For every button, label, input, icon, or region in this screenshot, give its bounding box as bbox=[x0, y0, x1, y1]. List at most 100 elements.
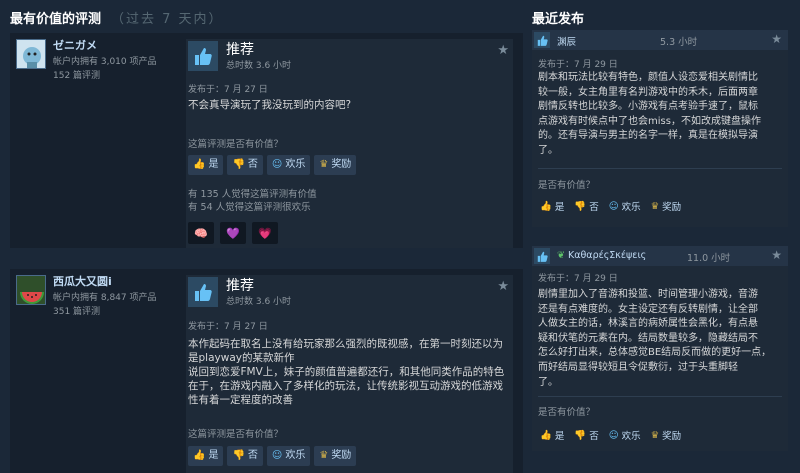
vote-no-button[interactable]: 👎 否 bbox=[574, 199, 599, 214]
award-icon: ♛ bbox=[650, 200, 660, 212]
author-name[interactable]: ゼニガメ bbox=[53, 37, 97, 53]
award-icon: ♛ bbox=[319, 450, 329, 461]
thumbs-up-icon: 👍 bbox=[540, 200, 552, 212]
review-line: 在于，在游戏内融入了多样化的玩法，让传统影视互动游戏的低游戏 bbox=[188, 380, 503, 392]
review-text: 不会真导演玩了我没玩到的内容吧? bbox=[188, 98, 507, 112]
review-line: 剧情里加入了音游和投篮、时间管理小游戏，音游 bbox=[538, 289, 758, 300]
vote-no-label: 否 bbox=[247, 450, 258, 461]
star-icon[interactable]: ★ bbox=[771, 248, 782, 262]
thumbs-up-icon bbox=[534, 32, 550, 48]
vote-row: 👍 是 👎 否 ☺ 欢乐 ♛ 奖励 bbox=[188, 155, 357, 175]
review-line: 疑和伏笔的元素在内。结局数量较多，隐藏结局不 bbox=[538, 332, 758, 344]
star-icon[interactable]: ★ bbox=[497, 43, 509, 58]
vote-funny-button[interactable]: ☺ 欢乐 bbox=[608, 428, 641, 443]
posted-date: 发布于：7 月 29 日 bbox=[538, 60, 618, 70]
products-owned[interactable]: 帐户内拥有 8,847 项产品 bbox=[53, 290, 157, 303]
vote-no-button[interactable]: 👎 否 bbox=[227, 446, 263, 466]
vote-funny-label: 欢乐 bbox=[285, 159, 306, 170]
review-line: 人做女主的话，林溪言的病娇属性会黑化，有点悬 bbox=[538, 318, 758, 330]
review-count[interactable]: 351 篇评测 bbox=[53, 304, 100, 317]
leaf-icon: ❦ bbox=[557, 250, 565, 261]
recommendation-label[interactable]: 推荐 bbox=[226, 39, 254, 59]
reaction-heart-pink-icon[interactable]: 💗 bbox=[252, 222, 278, 244]
award-button[interactable]: ♛ 奖励 bbox=[314, 446, 357, 466]
vote-no-label: 否 bbox=[589, 202, 599, 213]
vote-yes-button[interactable]: 👍 是 bbox=[188, 155, 224, 175]
posted-date: 发布于：7 月 27 日 bbox=[188, 85, 268, 95]
playtime: 总时数 3.6 小时 bbox=[226, 297, 292, 307]
helpful-question: 这篇评测是否有价值？ bbox=[188, 429, 284, 440]
vote-row: 👍 是 👎 否 ☺ 欢乐 ♛ 奖励 bbox=[540, 428, 682, 443]
award-label: 奖励 bbox=[662, 202, 682, 213]
award-button[interactable]: ♛ 奖励 bbox=[650, 199, 682, 214]
recent-review-header: 渊辰 5.3 小时 ★ bbox=[532, 30, 788, 50]
star-icon[interactable]: ★ bbox=[771, 32, 782, 46]
thumbs-down-icon: 👎 bbox=[232, 450, 245, 461]
smiley-icon: ☺ bbox=[271, 159, 283, 170]
playtime: 11.0 小时 bbox=[687, 253, 731, 264]
vote-yes-button[interactable]: 👍 是 bbox=[540, 199, 564, 214]
thumbs-up-icon: 👍 bbox=[193, 159, 206, 170]
award-icon: ♛ bbox=[319, 159, 329, 170]
playtime: 总时数 3.6 小时 bbox=[226, 61, 292, 71]
vote-yes-label: 是 bbox=[208, 450, 219, 461]
most-helpful-subtitle: （过去 7 天内） bbox=[111, 12, 224, 27]
products-owned[interactable]: 帐户内拥有 3,010 项产品 bbox=[53, 54, 157, 67]
recent-review-card: ❦ ΚαθαρέςΣκέψεις 11.0 小时 ★ 发布于：7 月 29 日 … bbox=[532, 246, 788, 451]
reaction-heart-purple-icon[interactable]: 💜 bbox=[220, 222, 246, 244]
vote-no-button[interactable]: 👎 否 bbox=[227, 155, 263, 175]
reactions: 🧠 💜 💗 bbox=[188, 222, 278, 244]
most-helpful-heading: 最有价值的评测 （过去 7 天内） bbox=[10, 8, 224, 27]
review-line: 说回到恋爱FMV上，妹子的颜值普遍都还行，和其他同类作品的特色 bbox=[188, 366, 505, 378]
divider bbox=[538, 396, 782, 397]
vote-no-label: 否 bbox=[247, 159, 258, 170]
review-line: 而好结局显得较短且令促敷衍，过于头重脚轻 bbox=[538, 361, 738, 373]
vote-funny-button[interactable]: ☺ 欢乐 bbox=[266, 155, 311, 175]
star-icon[interactable]: ★ bbox=[497, 279, 509, 294]
review-text: 本作起码在取名上没有给玩家那么强烈的既视感，在第一时刻还以为 是playway的… bbox=[188, 337, 507, 407]
vote-yes-button[interactable]: 👍 是 bbox=[540, 428, 564, 443]
author-name[interactable]: ❦ ΚαθαρέςΣκέψεις bbox=[557, 250, 646, 261]
review-line: 是playway的某款新作 bbox=[188, 352, 295, 364]
review-card: 西瓜大又圆i 帐户内拥有 8,847 项产品 351 篇评测 推荐 总时数 3.… bbox=[10, 269, 523, 473]
recent-review-card: 渊辰 5.3 小时 ★ 发布于：7 月 29 日 剧本和玩法比较有特色，颜值人设… bbox=[532, 30, 788, 227]
divider bbox=[538, 168, 782, 169]
vote-funny-button[interactable]: ☺ 欢乐 bbox=[608, 199, 641, 214]
thumbs-down-icon: 👎 bbox=[574, 429, 587, 441]
vote-funny-label: 欢乐 bbox=[621, 202, 641, 213]
award-button[interactable]: ♛ 奖励 bbox=[314, 155, 357, 175]
reaction-brain-icon[interactable]: 🧠 bbox=[188, 222, 214, 244]
author-name[interactable]: 渊辰 bbox=[557, 34, 576, 48]
avatar[interactable] bbox=[16, 275, 46, 305]
review-line: 剧情反转也比较多。小游戏有点考验手速了，鼠标 bbox=[538, 101, 758, 113]
thumbs-down-icon: 👎 bbox=[232, 159, 245, 170]
review-body: 推荐 总时数 3.6 小时 ★ 发布于：7 月 27 日 不会真导演玩了我没玩到… bbox=[186, 39, 513, 248]
avatar[interactable] bbox=[16, 39, 46, 69]
review-body: 推荐 总时数 3.6 小时 ★ 发布于：7 月 27 日 本作起码在取名上没有给… bbox=[186, 275, 513, 473]
recent-heading: 最近发布 bbox=[532, 12, 585, 27]
vote-row: 👍 是 👎 否 ☺ 欢乐 ♛ 奖励 bbox=[540, 199, 682, 214]
helpful-stat: 有 135 人觉得这篇评测有价值 bbox=[188, 189, 317, 200]
review-line: 还是有点难度的。女主设定还有反转剧情，让全部 bbox=[538, 303, 758, 315]
award-icon: ♛ bbox=[650, 429, 660, 441]
vote-no-button[interactable]: 👎 否 bbox=[574, 428, 598, 443]
review-line: 点游戏有时候点中了也会miss，不如改成键盘操作 bbox=[538, 115, 761, 127]
review-count[interactable]: 152 篇评测 bbox=[53, 68, 100, 81]
review-text: 剧情里加入了音游和投篮、时间管理小游戏，音游 还是有点难度的。女主设定还有反转剧… bbox=[538, 288, 782, 390]
vote-yes-button[interactable]: 👍 是 bbox=[188, 446, 224, 466]
recommendation-label[interactable]: 推荐 bbox=[226, 275, 254, 295]
author-name[interactable]: 西瓜大又圆i bbox=[53, 273, 112, 289]
award-button[interactable]: ♛ 奖励 bbox=[650, 428, 682, 443]
review-line: 了。 bbox=[538, 144, 558, 156]
award-label: 奖励 bbox=[331, 159, 352, 170]
helpful-question: 是否有价值？ bbox=[538, 180, 596, 191]
review-line: 的。还有导演与男主的名字一样，真是在模拟导演 bbox=[538, 130, 758, 142]
review-line: 不会真导演玩了我没玩到的内容吧? bbox=[188, 99, 352, 111]
helpful-question: 这篇评测是否有价值？ bbox=[188, 139, 284, 150]
vote-funny-button[interactable]: ☺ 欢乐 bbox=[266, 446, 311, 466]
thumbs-up-icon: 👍 bbox=[540, 429, 552, 441]
vote-row: 👍 是 👎 否 ☺ 欢乐 ♛ 奖励 bbox=[188, 446, 357, 466]
playtime: 5.3 小时 bbox=[660, 37, 698, 48]
smiley-icon: ☺ bbox=[608, 200, 619, 212]
smiley-icon: ☺ bbox=[608, 429, 619, 441]
